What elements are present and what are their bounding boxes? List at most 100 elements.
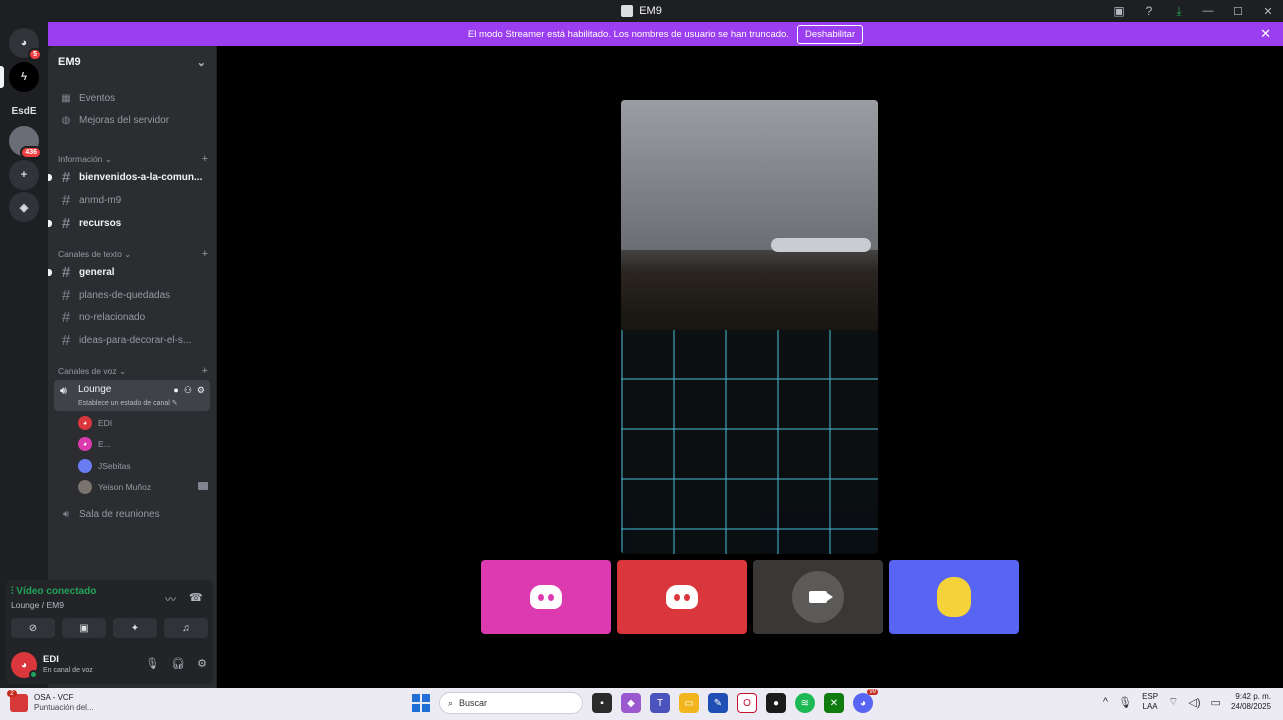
channel-ideas[interactable]: # ideas-para-decorar-el-s... bbox=[54, 330, 210, 350]
windows-start-icon[interactable] bbox=[412, 694, 430, 712]
channel-planes[interactable]: # planes-de-quedadas bbox=[54, 285, 210, 305]
xbox-icon[interactable]: ✕ bbox=[824, 693, 844, 713]
app-icon[interactable]: ● bbox=[766, 693, 786, 713]
add-channel-icon[interactable]: + bbox=[202, 153, 208, 165]
server-esde[interactable]: EsdE bbox=[8, 96, 40, 126]
server-name: EM9 bbox=[58, 56, 81, 68]
teams-icon[interactable]: T bbox=[650, 693, 670, 713]
server-em9[interactable]: ϟ bbox=[9, 62, 39, 92]
category-info[interactable]: Información ⌄ + bbox=[58, 152, 208, 166]
discord-badge: 99 bbox=[867, 689, 878, 695]
focused-video-stream[interactable] bbox=[621, 100, 878, 554]
speaker-icon: 🔊︎ bbox=[62, 508, 70, 520]
avatar bbox=[78, 459, 92, 473]
download-icon[interactable]: ⤓ bbox=[1171, 3, 1187, 19]
server-esde-label: EsdE bbox=[11, 105, 37, 117]
task-view-icon[interactable]: ▪ bbox=[592, 693, 612, 713]
window-title-text: EM9 bbox=[639, 5, 662, 17]
taskbar-search[interactable]: ⌕ Buscar bbox=[439, 692, 583, 714]
voice-user[interactable]: ◕ EDI bbox=[78, 414, 208, 432]
minimize-icon[interactable]: — bbox=[1193, 5, 1223, 17]
user-panel: ◕ EDI En canal de voz 🎙︎ 🎧︎ ⚙ bbox=[11, 650, 207, 680]
direct-messages-button[interactable]: ◕ 5 bbox=[9, 28, 42, 61]
channel-general[interactable]: # general bbox=[48, 262, 210, 282]
user-name[interactable]: EDI bbox=[43, 654, 59, 665]
maximize-icon[interactable]: ☐ bbox=[1223, 5, 1253, 18]
video-stage bbox=[217, 46, 1283, 688]
disable-streamer-button[interactable]: Deshabilitar bbox=[796, 24, 864, 44]
avatar bbox=[937, 577, 971, 617]
category-text[interactable]: Canales de texto ⌄ + bbox=[58, 247, 208, 261]
app-icon[interactable]: ✎ bbox=[708, 693, 728, 713]
voice-user[interactable]: ◕ E... bbox=[78, 435, 208, 453]
boosts-item[interactable]: ◍ Mejoras del servidor bbox=[54, 110, 210, 130]
microphone-icon[interactable]: 🎙︎ bbox=[145, 657, 159, 670]
window-controls: — ☐ ✕ bbox=[1193, 0, 1283, 22]
explore-button[interactable]: ◈ bbox=[9, 192, 39, 222]
gear-icon[interactable]: ⚙ bbox=[197, 385, 205, 396]
wifi-icon[interactable]: ⌔ bbox=[1168, 695, 1178, 709]
noise-suppression-icon[interactable]: 〰 bbox=[165, 591, 176, 607]
clock[interactable]: 9:42 p. m. 24/08/2025 bbox=[1231, 692, 1271, 712]
battery-icon[interactable]: ▭ bbox=[1211, 696, 1221, 709]
add-server-button[interactable]: + bbox=[9, 160, 39, 190]
microphone-icon[interactable]: 🎙︎ bbox=[1118, 696, 1132, 709]
chat-icon[interactable]: ● bbox=[173, 385, 178, 396]
voice-connection-panel: ⫶ Vídeo conectado Lounge / EM9 〰 ☎ ⊘ ▣ ✦… bbox=[5, 580, 213, 684]
disconnect-icon[interactable]: ☎ bbox=[189, 591, 203, 604]
server-header[interactable]: EM9 ⌄ bbox=[48, 46, 216, 78]
copilot-icon[interactable]: ◆ bbox=[621, 693, 641, 713]
soundboard-button[interactable]: ♫ bbox=[164, 618, 208, 638]
participant-tile[interactable] bbox=[889, 560, 1019, 634]
voice-user[interactable]: JSebitas bbox=[78, 457, 208, 475]
participant-tiles bbox=[481, 560, 1019, 634]
channel-bienvenidos[interactable]: # bienvenidos-a-la-comun... bbox=[48, 167, 210, 187]
channel-label: bienvenidos-a-la-comun... bbox=[79, 171, 203, 183]
volume-icon[interactable]: ◁) bbox=[1188, 696, 1200, 709]
add-channel-icon[interactable]: + bbox=[202, 248, 208, 260]
banner-close-icon[interactable]: ✕ bbox=[1260, 26, 1271, 42]
help-icon[interactable]: ? bbox=[1141, 3, 1157, 19]
inbox-icon[interactable]: ▣ bbox=[1111, 3, 1127, 19]
voice-channel-sala[interactable]: 🔊︎ Sala de reuniones bbox=[54, 504, 210, 524]
channel-anmd-m9[interactable]: # anmd-m9 bbox=[54, 190, 210, 210]
opera-icon[interactable]: O bbox=[737, 693, 757, 713]
language-indicator[interactable]: ESP LAA bbox=[1142, 692, 1158, 712]
chevron-up-icon[interactable]: ^ bbox=[1103, 696, 1108, 708]
channel-no-relacionado[interactable]: # no-relacionado bbox=[54, 307, 210, 327]
gear-icon[interactable]: ⚙ bbox=[197, 657, 207, 670]
voice-channel-lounge[interactable]: 🔊︎ Lounge Establece un estado de canal ✎… bbox=[54, 380, 210, 411]
screen-share-button[interactable]: ▣ bbox=[62, 618, 106, 638]
camera-icon bbox=[809, 591, 833, 603]
close-icon[interactable]: ✕ bbox=[1253, 5, 1283, 18]
voice-user-name: E... bbox=[98, 439, 111, 449]
channel-status[interactable]: Establece un estado de canal ✎ bbox=[78, 399, 178, 407]
lang-top: ESP bbox=[1142, 692, 1159, 701]
app-notification-icon: 2 bbox=[7, 689, 28, 712]
camera-off-button[interactable]: ⊘ bbox=[11, 618, 55, 638]
notification-badge: 2 bbox=[7, 689, 17, 697]
file-explorer-icon[interactable]: ▭ bbox=[679, 693, 699, 713]
channel-label: general bbox=[79, 266, 115, 278]
voice-user[interactable]: Yeison Muñoz bbox=[78, 478, 208, 496]
invite-icon[interactable]: ⚇ bbox=[184, 385, 192, 396]
category-voice[interactable]: Canales de voz ⌄ + bbox=[58, 364, 208, 378]
video-frame-detail bbox=[771, 238, 871, 252]
user-status: En canal de voz bbox=[43, 667, 93, 674]
discord-taskbar-icon[interactable]: ◕ 99 bbox=[853, 689, 878, 713]
channel-recursos[interactable]: # recursos bbox=[48, 213, 210, 233]
taskbar-widget[interactable]: 2 OSA - VCF Puntuación del... bbox=[7, 689, 94, 712]
voice-status[interactable]: ⫶ Vídeo conectado bbox=[11, 586, 96, 597]
activities-button[interactable]: ✦ bbox=[113, 618, 157, 638]
events-item[interactable]: ▦ Eventos bbox=[54, 88, 210, 108]
clock-date: 24/08/2025 bbox=[1230, 702, 1271, 711]
voice-location[interactable]: Lounge / EM9 bbox=[11, 600, 64, 610]
participant-tile[interactable] bbox=[753, 560, 883, 634]
participant-tile[interactable] bbox=[617, 560, 747, 634]
search-placeholder: Buscar bbox=[459, 698, 488, 708]
headphones-icon[interactable]: 🎧︎ bbox=[171, 657, 185, 670]
spotify-icon[interactable]: ≋ bbox=[795, 693, 815, 713]
add-channel-icon[interactable]: + bbox=[202, 365, 208, 377]
participant-tile[interactable] bbox=[481, 560, 611, 634]
server-avatar[interactable]: 436 bbox=[9, 126, 42, 159]
